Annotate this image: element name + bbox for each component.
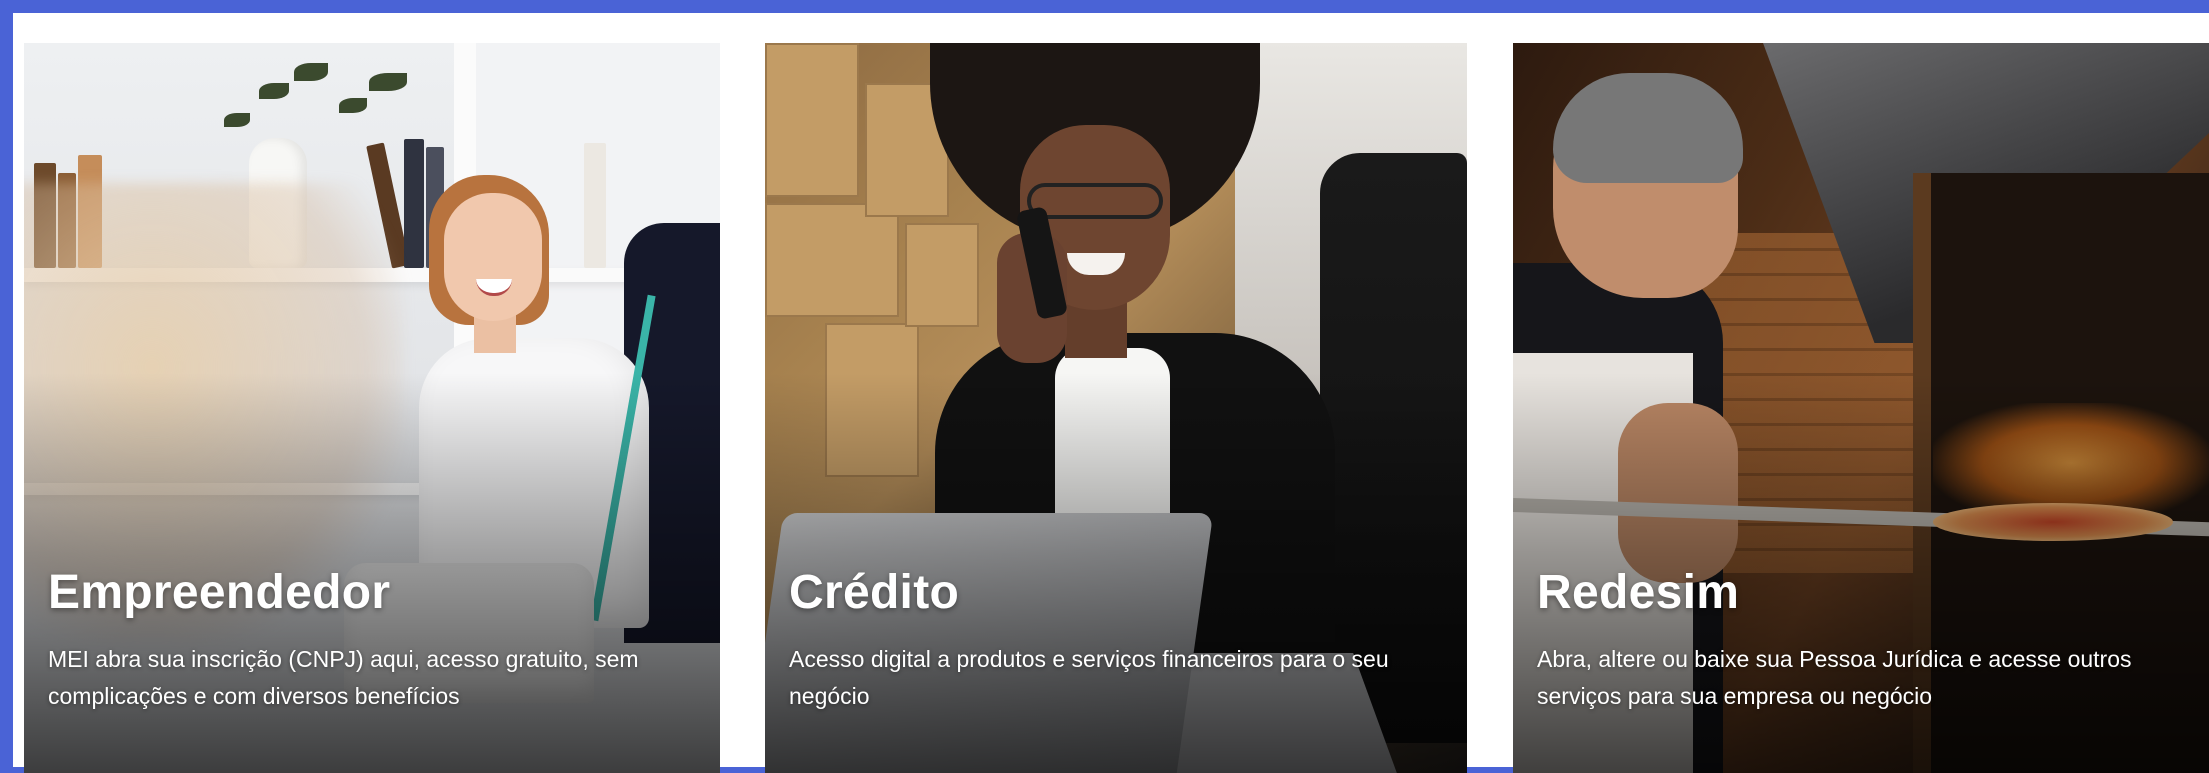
card-credito[interactable]: Crédito Acesso digital a produtos e serv… [765, 43, 1467, 773]
card-redesim[interactable]: Redesim Abra, altere ou baixe sua Pessoa… [1513, 43, 2209, 773]
card-grid: Empreendedor MEI abra sua inscrição (CNP… [13, 13, 2209, 773]
card-empreendedor[interactable]: Empreendedor MEI abra sua inscrição (CNP… [24, 43, 720, 773]
card-title[interactable]: Empreendedor [48, 565, 390, 620]
card-description: MEI abra sua inscrição (CNPJ) aqui, aces… [48, 646, 639, 709]
card-description: Abra, altere ou baixe sua Pessoa Jurídic… [1537, 646, 2132, 709]
card-title[interactable]: Crédito [789, 565, 959, 620]
card-description: Acesso digital a produtos e serviços fin… [789, 646, 1389, 709]
card-title[interactable]: Redesim [1537, 565, 1739, 620]
